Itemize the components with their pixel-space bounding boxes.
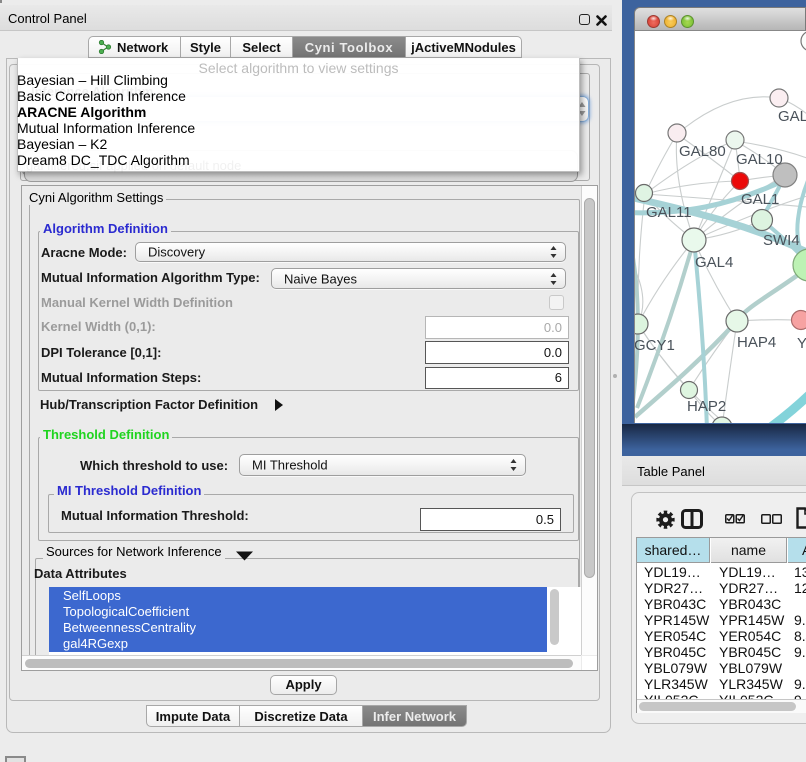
svg-text:GCY1: GCY1 bbox=[635, 337, 675, 354]
svg-text:GAL7: GAL7 bbox=[778, 108, 806, 125]
svg-text:GAL4: GAL4 bbox=[695, 254, 733, 271]
svg-text:HAP4: HAP4 bbox=[737, 334, 776, 351]
svg-text:HAP2: HAP2 bbox=[687, 398, 726, 415]
svg-text:GAL11: GAL11 bbox=[646, 204, 692, 221]
svg-text:GAL10: GAL10 bbox=[736, 151, 783, 168]
svg-text:GAL80: GAL80 bbox=[679, 143, 726, 160]
svg-text:YB: YB bbox=[797, 335, 806, 352]
svg-text:GAL1: GAL1 bbox=[741, 191, 779, 208]
svg-text:SWI4: SWI4 bbox=[763, 232, 800, 249]
